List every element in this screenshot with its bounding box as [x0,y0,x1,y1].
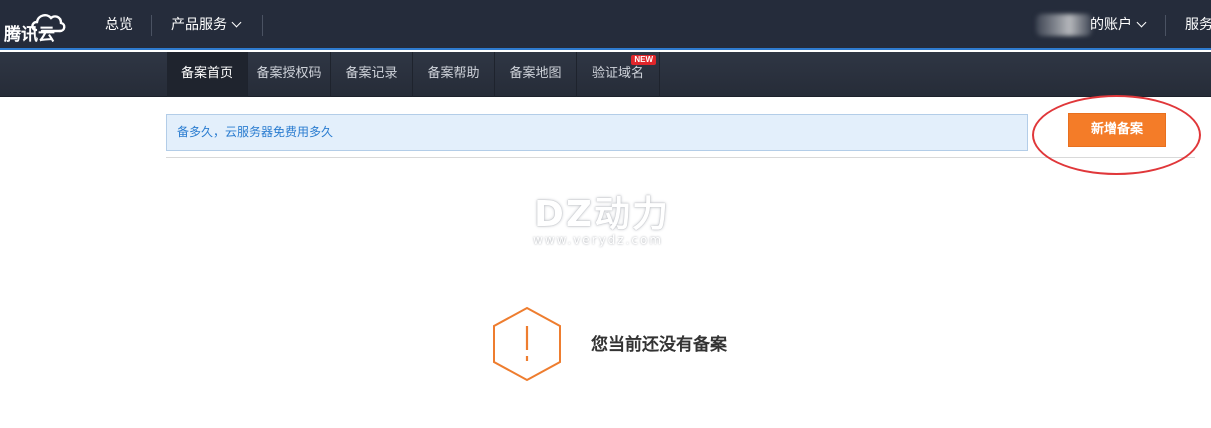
nav-divider [151,15,152,36]
tab-verify-domain[interactable]: 验证域名 NEW [577,52,660,97]
chevron-down-icon [1136,17,1147,28]
tab-filing-help[interactable]: 备案帮助 [413,52,495,97]
logo-text: 腾讯云 [4,25,55,45]
nav-overview[interactable]: 总览 [105,0,133,50]
warning-hexagon-icon [493,306,561,382]
nav-divider [262,15,263,36]
top-bar: 腾讯云 总览 产品服务 的账户 服务 [0,0,1211,50]
tab-filing-home[interactable]: 备案首页 [167,52,248,97]
tab-filing-map[interactable]: 备案地图 [495,52,577,97]
watermark-title: DZ动力 [534,194,670,235]
empty-state-message: 您当前还没有备案 [591,335,727,355]
section-divider [166,157,1195,158]
nav-divider [1165,15,1166,36]
promo-notice-link[interactable]: 备多久，云服务器免费用多久 [166,114,1028,151]
filing-subnav: 备案首页 备案授权码 备案记录 备案帮助 备案地图 验证域名 NEW [0,52,1211,97]
nav-products-services[interactable]: 产品服务 [171,0,242,50]
tab-verify-domain-label: 验证域名 [591,66,644,81]
account-label: 的账户 [1090,17,1132,33]
new-badge: NEW [631,55,656,65]
add-filing-button[interactable]: 新增备案 [1068,113,1166,147]
blurred-username [1036,14,1092,36]
service-menu[interactable]: 服务 [1185,0,1211,50]
tab-filing-records[interactable]: 备案记录 [331,52,413,97]
nav-products-label: 产品服务 [171,17,227,33]
account-menu[interactable]: 的账户 [1090,0,1147,50]
tencent-cloud-logo[interactable]: 腾讯云 [4,10,66,45]
tab-filing-auth-code[interactable]: 备案授权码 [248,52,331,97]
watermark-url: www.verydz.com [533,233,664,247]
chevron-down-icon [231,17,242,28]
